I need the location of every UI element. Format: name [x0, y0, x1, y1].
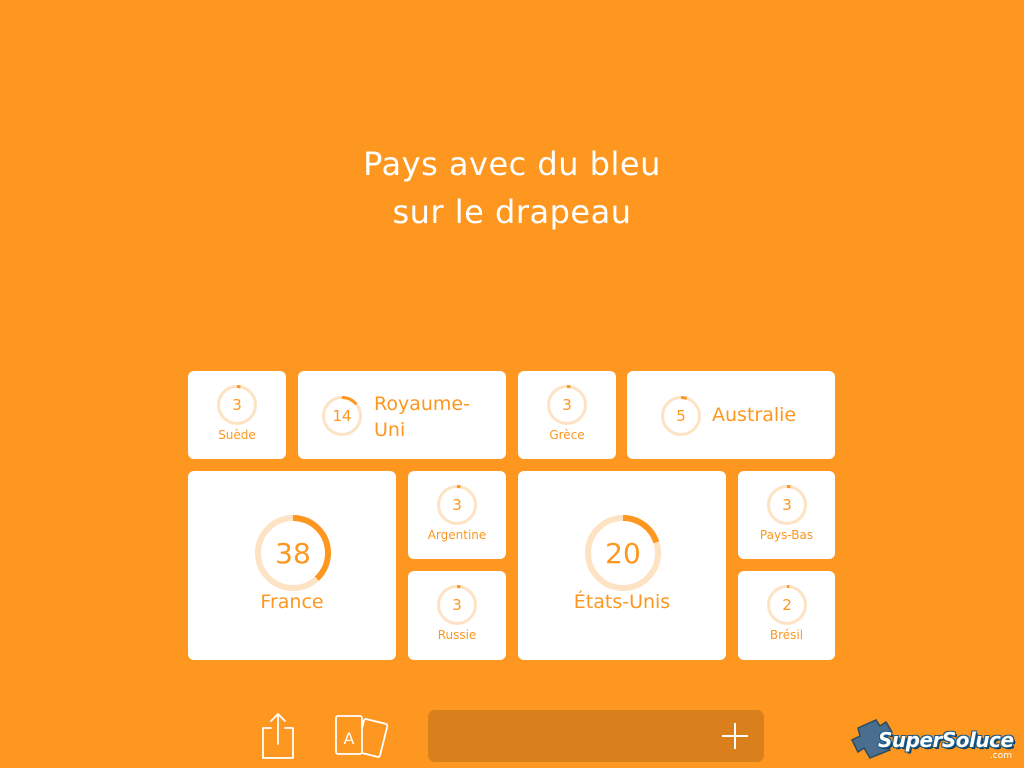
answer-tile-bresil[interactable]: 2 Brésil: [738, 571, 835, 660]
answer-label: Pays-Bas: [759, 528, 814, 542]
plus-icon[interactable]: [722, 723, 748, 749]
answer-tile-pays-bas[interactable]: 3 Pays-Bas: [738, 471, 835, 559]
points-value: 3: [452, 596, 462, 614]
answer-tile-australie[interactable]: 5 Australie: [627, 371, 835, 459]
answer-label: États-Unis: [573, 591, 671, 613]
answer-label: Australie: [712, 404, 797, 426]
supersoluce-logo: SuperSoluce .com: [850, 710, 1020, 766]
cards-letter: A: [344, 729, 355, 748]
answer-label: Brésil: [769, 628, 804, 642]
progress-ring: 2: [767, 585, 807, 625]
answer-tile-suede[interactable]: 3 Suède: [188, 371, 286, 459]
answer-tile-argentine[interactable]: 3 Argentine: [408, 471, 506, 559]
cards-icon: A: [335, 715, 389, 758]
answer-label: Royaume- Uni: [374, 391, 470, 443]
answer-tile-russie[interactable]: 3 Russie: [408, 571, 506, 660]
progress-ring: 3: [547, 385, 587, 425]
question-title: Pays avec du bleu sur le drapeau: [0, 140, 1024, 236]
answer-label: France: [260, 591, 324, 613]
progress-ring: 20: [585, 515, 661, 591]
logo-sub: .com: [989, 751, 1012, 761]
points-value: 20: [605, 536, 641, 570]
answer-input-bar[interactable]: [428, 710, 764, 762]
progress-ring: 38: [255, 515, 331, 591]
answer-label-line-2: Uni: [374, 419, 406, 441]
progress-ring: 5: [661, 396, 701, 436]
points-value: 14: [332, 407, 352, 425]
answer-tile-france[interactable]: 38 France: [188, 471, 396, 660]
share-icon: [262, 713, 294, 759]
progress-ring: 3: [767, 485, 807, 525]
answer-label: Grèce: [549, 428, 585, 442]
answer-label: Argentine: [427, 528, 487, 542]
progress-ring: 3: [437, 485, 477, 525]
answer-label: Russie: [437, 628, 477, 642]
points-value: 3: [782, 496, 792, 514]
progress-ring: 3: [217, 385, 257, 425]
points-value: 5: [676, 407, 686, 425]
logo-text: SuperSoluce: [878, 728, 1014, 752]
progress-ring: 3: [437, 585, 477, 625]
answer-tile-etats-unis[interactable]: 20 États-Unis: [518, 471, 726, 660]
question-line-1: Pays avec du bleu: [363, 145, 661, 183]
points-value: 38: [275, 536, 311, 570]
share-button[interactable]: [258, 710, 298, 762]
points-value: 3: [232, 396, 242, 414]
answer-label: Suède: [218, 428, 256, 442]
points-value: 3: [562, 396, 572, 414]
answer-label-line-1: Royaume-: [374, 393, 470, 415]
points-value: 3: [452, 496, 462, 514]
cards-button[interactable]: A: [332, 712, 392, 762]
answer-tile-grece[interactable]: 3 Grèce: [518, 371, 616, 459]
points-value: 2: [782, 596, 792, 614]
question-line-2: sur le drapeau: [392, 193, 632, 231]
answer-tile-royaume-uni[interactable]: 14 Royaume- Uni: [298, 371, 506, 459]
progress-ring: 14: [322, 396, 362, 436]
